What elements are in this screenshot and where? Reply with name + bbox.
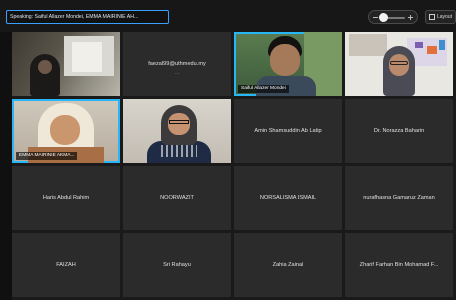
active-speaker-label: Speaking: Saiful Allazer Mondei, EMMA MA… xyxy=(6,10,169,24)
video-feed-shape xyxy=(439,40,445,50)
participant-video-tile[interactable]: Saiful Allazer Mondei xyxy=(234,32,342,96)
participant-video-tile[interactable]: EMMA MAIRINIE AKMA... xyxy=(12,99,120,163)
top-bar: Speaking: Saiful Allazer Mondei, EMMA MA… xyxy=(0,0,456,32)
grid-layout-icon xyxy=(429,14,435,20)
participant-name-tile[interactable]: Zharif Farhan Bin Mohamad F... xyxy=(345,233,453,297)
participant-subtext: ... xyxy=(175,70,179,75)
video-feed-shape xyxy=(168,113,190,135)
participant-name: NORSALISMA ISMAIL xyxy=(259,195,317,201)
participant-name: faezal99@uthmedu.my xyxy=(148,61,206,67)
participant-name: Dr. Norazza Baharin xyxy=(373,128,425,134)
video-feed-shape xyxy=(349,34,387,56)
participant-name-tile[interactable]: NORSALISMA ISMAIL xyxy=(234,166,342,230)
video-feed-shape xyxy=(72,42,102,72)
video-feed-shape xyxy=(169,120,189,124)
video-feed-shape xyxy=(427,46,437,54)
participant-name-tile[interactable]: nurafhasna Gamaruz Zaman xyxy=(345,166,453,230)
video-feed-shape xyxy=(38,60,52,74)
tile-size-slider[interactable] xyxy=(368,10,418,24)
minus-icon xyxy=(373,17,378,18)
video-feed-shape xyxy=(389,54,409,76)
participant-video-tile[interactable] xyxy=(12,32,120,96)
layout-button[interactable]: Layout xyxy=(425,10,456,24)
participant-name: Haris Abdul Rahim xyxy=(42,195,90,201)
participant-name: Zharif Farhan Bin Mohamad F... xyxy=(359,262,439,268)
video-feed-shape xyxy=(270,44,300,76)
slider-handle[interactable] xyxy=(379,13,388,22)
video-feed-shape xyxy=(161,145,197,157)
window-frame xyxy=(0,32,12,300)
participant-caption: Saiful Allazer Mondei xyxy=(238,85,289,93)
video-feed-shape xyxy=(50,115,80,145)
participant-video-tile[interactable] xyxy=(345,32,453,96)
participant-name: Zahia Zainal xyxy=(272,262,304,268)
participant-name: FAIZAH xyxy=(56,262,76,268)
participant-grid: faezal99@uthmedu.my... Saiful Allazer Mon… xyxy=(12,32,456,300)
video-feed-shape xyxy=(390,61,408,65)
participant-name-tile[interactable]: Dr. Norazza Baharin xyxy=(345,99,453,163)
participant-name: Sri Rahayu xyxy=(163,262,191,268)
video-feed-shape xyxy=(415,42,423,48)
participant-name-tile[interactable]: Haris Abdul Rahim xyxy=(12,166,120,230)
participant-name-tile[interactable]: FAIZAH xyxy=(12,233,120,297)
participant-caption: EMMA MAIRINIE AKMA... xyxy=(16,152,78,160)
participant-name-tile[interactable]: NOORWAZIT xyxy=(123,166,231,230)
participant-name-tile[interactable]: Sri Rahayu xyxy=(123,233,231,297)
participant-name: NOORWAZIT xyxy=(160,195,194,201)
participant-name-tile[interactable]: faezal99@uthmedu.my... xyxy=(123,32,231,96)
participant-name-tile[interactable]: Zahia Zainal xyxy=(234,233,342,297)
participant-name: Amin Shamsuddin Ab Latip xyxy=(254,128,322,134)
participant-name: nurafhasna Gamaruz Zaman xyxy=(363,195,435,201)
layout-label: Layout xyxy=(437,14,453,20)
participant-name-tile[interactable]: Amin Shamsuddin Ab Latip xyxy=(234,99,342,163)
participant-video-tile[interactable] xyxy=(123,99,231,163)
